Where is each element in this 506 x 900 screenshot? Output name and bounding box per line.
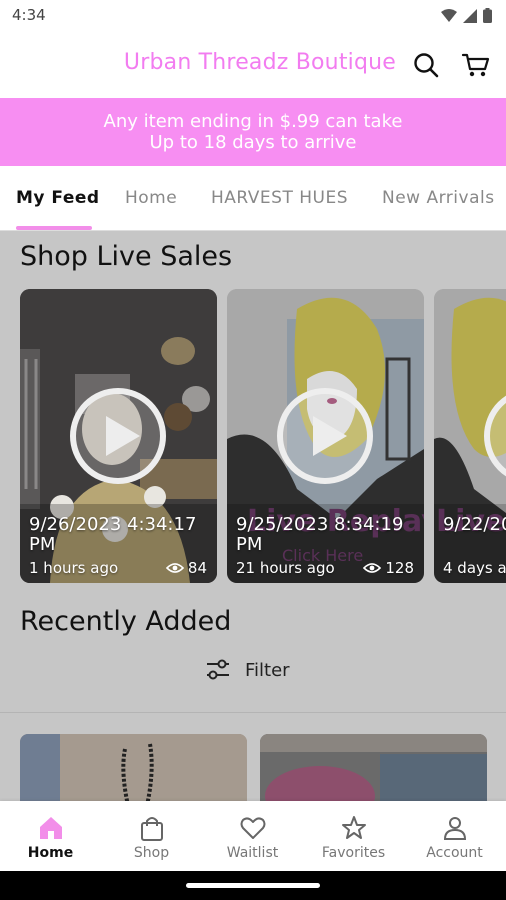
- view-count-value: 128: [385, 559, 414, 577]
- view-count-value: 84: [187, 559, 207, 577]
- live-sale-date: 9/22/2023 PM: [443, 514, 506, 535]
- heart-icon: [240, 817, 265, 839]
- nav-home[interactable]: Home: [0, 801, 101, 871]
- search-icon: [414, 53, 439, 78]
- nav-favorites[interactable]: Favorites: [303, 801, 404, 871]
- product-card[interactable]: [260, 734, 487, 801]
- tab-harvest-hues[interactable]: HARVEST HUES: [211, 188, 348, 208]
- filter-label: Filter: [245, 659, 290, 681]
- cart-button[interactable]: [460, 49, 492, 81]
- tab-home[interactable]: Home: [125, 188, 177, 208]
- section-divider: [0, 712, 506, 713]
- filter-button[interactable]: Filter: [205, 659, 290, 681]
- nav-home-label: Home: [27, 845, 74, 861]
- live-sale-card[interactable]: 9/26/2023 4:34:17 PM 1 hours ago 84: [20, 289, 217, 583]
- cart-icon: [461, 53, 490, 77]
- banner-line-1: Any item ending in $.99 can take: [103, 111, 403, 132]
- play-icon[interactable]: [275, 386, 375, 486]
- feed-content[interactable]: Shop Live Sales 9/26/2023 4:34:17 PM 1 h…: [0, 231, 506, 801]
- product-image: [260, 734, 487, 801]
- sliders-icon: [207, 659, 229, 680]
- category-tabs: My Feed Home HARVEST HUES New Arrivals: [0, 166, 506, 231]
- view-count: 128: [363, 559, 414, 577]
- view-count: 84: [165, 559, 207, 577]
- live-sales-heading: Shop Live Sales: [20, 241, 233, 272]
- tab-new-arrivals[interactable]: New Arrivals: [382, 188, 495, 208]
- nav-shop[interactable]: Shop: [101, 801, 202, 871]
- recently-added-heading: Recently Added: [20, 606, 232, 637]
- live-sale-card[interactable]: Live Replay Click Here 9/25/2023 8:34:19…: [227, 289, 424, 583]
- store-title: Urban Threadz Boutique: [123, 50, 396, 75]
- battery-icon: [483, 8, 492, 23]
- live-sale-date: 9/26/2023 4:34:17 PM: [29, 514, 197, 555]
- play-icon[interactable]: [482, 386, 506, 486]
- system-navigation-bar: [0, 871, 506, 900]
- status-time: 4:34: [12, 6, 46, 24]
- home-icon: [39, 817, 62, 839]
- home-gesture-handle[interactable]: [186, 883, 320, 888]
- nav-waitlist[interactable]: Waitlist: [202, 801, 303, 871]
- status-icons: [441, 8, 492, 23]
- live-sale-time-ago: 4 days ago: [443, 559, 506, 577]
- tab-my-feed[interactable]: My Feed: [16, 188, 100, 208]
- nav-account-label: Account: [426, 845, 483, 861]
- product-card[interactable]: [20, 734, 247, 801]
- banner-line-2: Up to 18 days to arrive: [149, 132, 357, 153]
- nav-waitlist-label: Waitlist: [226, 845, 279, 861]
- eye-icon: [363, 563, 382, 573]
- live-sales-carousel[interactable]: 9/26/2023 4:34:17 PM 1 hours ago 84 Live…: [20, 289, 506, 583]
- signal-icon: [463, 8, 477, 23]
- product-image: [20, 734, 247, 801]
- search-button[interactable]: [410, 49, 442, 81]
- nav-shop-label: Shop: [133, 845, 170, 861]
- promo-banner: Any item ending in $.99 can take Up to 1…: [0, 98, 506, 166]
- person-icon: [443, 817, 466, 840]
- live-sale-card[interactable]: Live Replay 9/22/2023 PM 4 days ago: [434, 289, 506, 583]
- live-sale-time-ago: 21 hours ago: [236, 559, 335, 577]
- star-icon: [341, 816, 366, 839]
- app-header: Urban Threadz Boutique: [0, 34, 506, 98]
- status-bar: 4:34: [0, 0, 506, 34]
- live-sale-date: 9/25/2023 8:34:19 PM: [236, 514, 404, 555]
- bottom-navigation: Home Shop Waitlist Favorites Account: [0, 801, 506, 871]
- live-sale-time-ago: 1 hours ago: [29, 559, 119, 577]
- nav-account[interactable]: Account: [404, 801, 505, 871]
- eye-icon: [165, 563, 184, 573]
- nav-favorites-label: Favorites: [321, 845, 386, 861]
- play-icon[interactable]: [68, 386, 168, 486]
- wifi-icon: [441, 8, 457, 22]
- active-tab-indicator: [16, 226, 92, 230]
- shopping-bag-icon: [140, 817, 163, 841]
